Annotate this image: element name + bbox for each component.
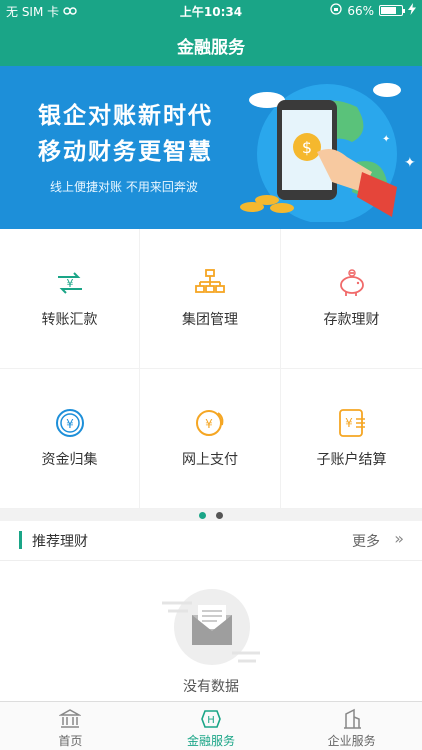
tab-enterprise-services[interactable]: 企业服务 [281,702,422,750]
service-label: 子账户结算 [316,452,387,468]
page-dot-active[interactable] [199,511,206,519]
orientation-lock-icon [330,3,342,18]
building-icon [343,708,361,729]
service-label: 存款理财 [323,312,380,328]
empty-envelope-icon [162,589,260,665]
service-fund-collection[interactable]: ¥ 资金归集 [0,369,140,509]
recommend-header: 推荐理财 更多 » [0,521,422,561]
svg-text:¥: ¥ [66,277,73,290]
bottom-tab-bar: 首页 H 金融服务 企业服务 [0,701,422,750]
tab-label: 首页 [58,734,83,748]
service-deposit[interactable]: 存款理财 [281,229,422,369]
service-sub-account[interactable]: ¥ 子账户结算 [281,369,422,509]
status-bar: 无 SIM 卡 上午10:34 66% [0,0,422,22]
empty-state: 没有数据 [0,561,422,701]
section-title: 推荐理财 [32,534,88,550]
tab-home[interactable]: 首页 [0,702,141,750]
tab-finance-services[interactable]: H 金融服务 [141,702,282,750]
tab-label: 金融服务 [187,734,236,748]
transfer-yuan-icon: ¥ [57,272,82,294]
status-right: 66% [330,3,416,18]
page-indicator [0,509,422,521]
banner-headline-2: 移动财务更智慧 [38,139,213,165]
svg-text:¥: ¥ [66,417,74,431]
yuan-coin-icon: ¥ [55,409,84,437]
page-dot[interactable] [216,511,223,519]
service-label: 集团管理 [182,312,238,328]
tab-label: 企业服务 [327,734,376,748]
bank-icon [59,709,82,728]
svg-text:✦: ✦ [382,134,390,145]
service-label: 网上支付 [182,452,238,468]
online-pay-icon: ¥ [196,410,224,436]
svg-text:¥: ¥ [205,417,213,431]
battery-icon [379,5,405,16]
service-label: 资金归集 [41,452,98,468]
section-accent-bar [19,531,22,549]
battery-fill [381,7,396,14]
promo-banner[interactable]: 银企对账新时代 移动财务更智慧 线上便捷对账 不用来回奔波 $ ✦ ✦ [0,66,422,229]
banner-subtitle: 线上便捷对账 不用来回奔波 [50,180,198,194]
banner-illustration-icon: $ ✦ ✦ [240,83,416,222]
service-transfer[interactable]: ¥ 转账汇款 [0,229,140,369]
banner-headline-1: 银企对账新时代 [38,103,213,129]
top-bar: 无 SIM 卡 上午10:34 66% 金融服务 [0,0,422,66]
svg-text:H: H [207,715,215,726]
more-link[interactable]: 更多 [352,531,380,551]
org-chart-icon [195,269,225,293]
charging-icon [408,3,416,18]
page-title: 金融服务 [177,38,245,58]
double-chevron-right-icon[interactable]: » [394,529,404,548]
sub-account-icon: ¥ [338,409,365,437]
empty-text: 没有数据 [183,679,239,695]
svg-text:$: $ [302,138,312,157]
svg-text:✦: ✦ [404,155,416,171]
piggy-bank-icon [339,269,364,296]
service-online-payment[interactable]: ¥ 网上支付 [140,369,281,509]
battery-percent: 66% [347,3,374,18]
service-label: 转账汇款 [41,312,98,328]
finance-icon: H [201,710,221,728]
service-group-management[interactable]: 集团管理 [140,229,281,369]
svg-text:¥: ¥ [345,416,353,430]
service-grid: ¥ 转账汇款 集团管理 存款理财 ¥ 资金归集 ¥ 网上支付 ¥ 子账户结算 [0,229,422,509]
